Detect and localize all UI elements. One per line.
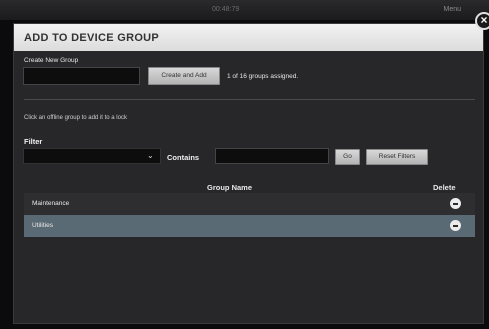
- close-icon[interactable]: ×: [475, 12, 489, 30]
- section-divider: [24, 99, 475, 100]
- group-name-cell: Utilities: [32, 222, 53, 229]
- create-group-label: Create New Group: [24, 57, 79, 64]
- add-to-device-group-dialog: ADD TO DEVICE GROUP Create New Group Cre…: [13, 23, 484, 324]
- reset-filters-button[interactable]: Reset Filters: [366, 149, 428, 165]
- chevron-down-icon[interactable]: ⌄: [147, 151, 154, 160]
- new-group-name-input[interactable]: [23, 67, 140, 85]
- column-header-group-name: Group Name: [207, 183, 253, 192]
- delete-group-icon[interactable]: [450, 220, 461, 231]
- table-row[interactable]: Maintenance: [24, 193, 475, 215]
- groups-assigned-status: 1 of 16 groups assigned.: [227, 73, 299, 80]
- contains-label: Contains: [167, 153, 200, 162]
- table-row[interactable]: Utilities: [24, 215, 475, 237]
- group-name-cell: Maintenance: [32, 200, 70, 207]
- dialog-header: ADD TO DEVICE GROUP: [14, 24, 483, 51]
- background-menu-text: Menu: [443, 6, 461, 13]
- offline-group-hint: Click an offline group to add it to a lo…: [24, 115, 127, 121]
- column-header-delete: Delete: [433, 183, 456, 192]
- filter-label: Filter: [24, 137, 43, 146]
- dialog-title: ADD TO DEVICE GROUP: [24, 32, 160, 44]
- contains-search-input[interactable]: [215, 148, 329, 164]
- background-center-text: 00:48:79: [212, 6, 240, 13]
- create-and-add-button[interactable]: Create and Add: [148, 67, 220, 85]
- delete-group-icon[interactable]: [450, 198, 461, 209]
- background-top-bar: 00:48:79 Menu: [0, 0, 489, 20]
- filter-dropdown[interactable]: [23, 148, 161, 164]
- go-button[interactable]: Go: [335, 149, 360, 165]
